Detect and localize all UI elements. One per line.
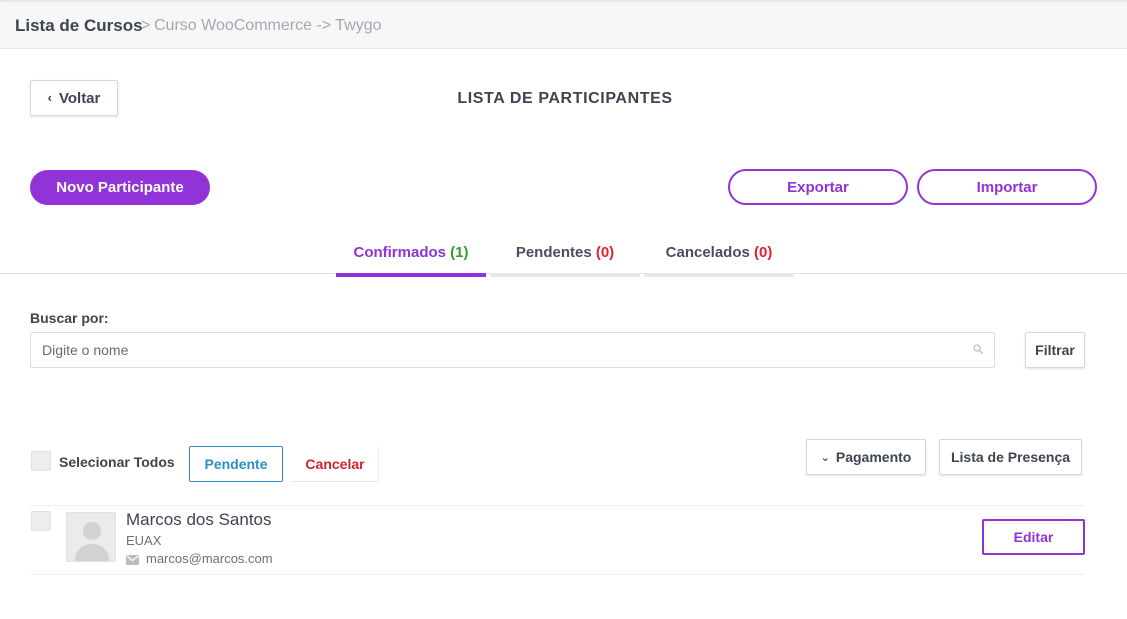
row-divider-bottom [30,574,1085,575]
envelope-icon [126,555,139,565]
tab-count: (1) [450,244,469,261]
tab-label: Pendentes [515,244,592,261]
tab-count: (0) [595,244,615,261]
search-box [30,332,995,368]
back-button-label: Voltar [58,89,101,107]
search-label: Buscar por: [30,310,109,326]
user-silhouette-icon [74,522,110,561]
tab-count: (0) [754,244,773,261]
participant-checkbox[interactable] [31,511,51,531]
tab-label: Cancelados [665,244,750,261]
chevron-down-icon: ⌄ [820,451,830,464]
tab-underline [490,273,640,277]
payment-label: Pagamento [835,449,912,465]
page-title: LISTA DE PARTICIPANTES [457,90,673,107]
edit-participant-button[interactable]: Editar [982,519,1085,555]
breadcrumb-separator: > [141,17,151,34]
participant-organization: EUAX [126,533,162,548]
search-input[interactable] [31,333,951,367]
new-participant-button[interactable]: Novo Participante [30,170,210,205]
participant-email: marcos@marcos.com [146,551,273,566]
mark-pending-button[interactable]: Pendente [189,446,283,482]
breadcrumb-bar: Lista de Cursos > Curso WooCommerce -> T… [0,0,1127,49]
back-button[interactable]: ‹ Voltar [30,80,118,116]
tab-label: Confirmados [353,244,446,261]
avatar [66,512,116,562]
export-button[interactable]: Exportar [728,169,908,205]
payment-dropdown[interactable]: ⌄ Pagamento [806,439,926,475]
attendance-list-button[interactable]: Lista de Presença [939,439,1082,475]
filter-button[interactable]: Filtrar [1025,332,1085,368]
tab-underline [644,273,794,277]
tab-pendentes[interactable]: Pendentes (0) [490,244,640,277]
row-divider-top [30,505,1085,506]
tab-underline [336,273,486,277]
select-all-label[interactable]: Selecionar Todos [59,454,175,470]
chevron-left-icon: ‹ [47,89,52,105]
cancel-selected-button[interactable]: Cancelar [292,446,379,482]
tab-cancelados[interactable]: Cancelados (0) [644,244,794,277]
tab-confirmados[interactable]: Confirmados (1) [336,244,486,277]
breadcrumb-current: Curso WooCommerce -> Twygo [154,17,382,34]
search-icon[interactable] [973,344,983,354]
select-all-checkbox[interactable] [31,451,51,471]
import-button[interactable]: Importar [917,169,1097,205]
participant-name: Marcos dos Santos [126,510,272,529]
breadcrumb-root-link[interactable]: Lista de Cursos [15,16,143,36]
